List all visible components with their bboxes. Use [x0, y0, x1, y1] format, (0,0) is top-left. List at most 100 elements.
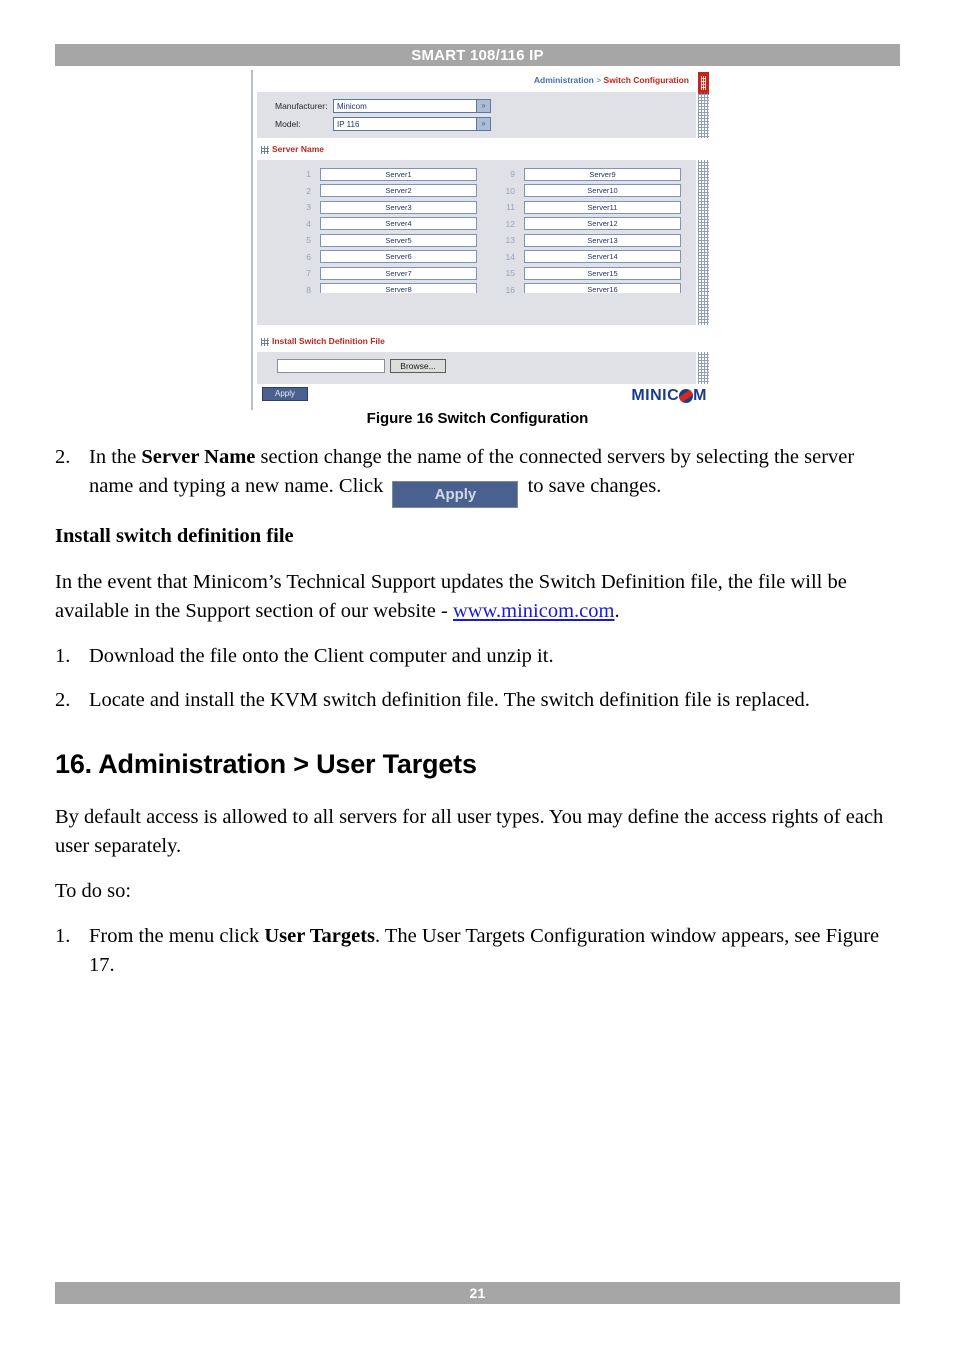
server-row: 13 Server13 — [485, 232, 681, 249]
manufacturer-select[interactable]: Minicom » — [333, 99, 491, 113]
list-item-number: 2. — [55, 446, 71, 468]
list-item-final-step-1: 1. From the menu click User Targets. The… — [55, 922, 900, 980]
final-step-text-a: From the menu click — [89, 925, 265, 948]
install-section-heading: Install Switch Definition File — [261, 336, 385, 346]
server-name-input[interactable]: Server10 — [524, 184, 681, 198]
figure-breadcrumb-row: Administration > Switch Configuration — [257, 72, 711, 94]
model-select[interactable]: IP 116 » — [333, 117, 491, 131]
document-body: 2. In the Server Name section change the… — [55, 443, 900, 995]
list-item-text: In the Server Name section change the na… — [89, 443, 900, 509]
server-index: 9 — [510, 169, 515, 180]
server-index: 1 — [306, 169, 311, 180]
paragraph-install-info: In the event that Minicom’s Technical Su… — [55, 568, 900, 626]
server-name-input[interactable]: Server1 — [320, 167, 477, 181]
server-row: 15 Server15 — [485, 265, 681, 282]
apply-button[interactable]: Apply — [262, 387, 308, 401]
panel-edge-texture-top — [698, 92, 709, 138]
server-name-input[interactable]: Server7 — [320, 266, 477, 280]
server-column-right: 9 Server9 10 Server10 11 Server11 12 Server1… — [485, 166, 681, 298]
page-header-bar: SMART 108/116 IP — [55, 44, 900, 66]
globe-icon — [679, 389, 694, 403]
server-row: 5 Server5 — [281, 232, 477, 249]
subheading-install-switch-definition-file: Install switch definition file — [55, 525, 294, 548]
inline-apply-button-image[interactable]: Apply — [392, 481, 519, 509]
server-name-input[interactable]: Server2 — [320, 184, 477, 198]
breadcrumb-current: Switch Configuration — [603, 75, 689, 85]
document-page: SMART 108/116 IP Administration > Switch… — [0, 0, 954, 1352]
server-index: 10 — [505, 185, 515, 196]
logo-text-part2: M — [693, 387, 707, 404]
breadcrumb-root[interactable]: Administration — [534, 75, 594, 85]
server-index: 15 — [505, 268, 515, 279]
logo-text-part1: MINIC — [631, 387, 680, 404]
server-name-section-heading: Server Name — [261, 144, 324, 154]
server-index: 13 — [505, 235, 515, 246]
final-step-bold-user-targets: User Targets — [264, 925, 376, 948]
server-row: 11 Server11 — [485, 199, 681, 216]
server-index: 3 — [306, 202, 311, 213]
server-name-input[interactable]: Server13 — [524, 233, 681, 247]
paragraph-chapter-intro: By default access is allowed to all serv… — [55, 805, 884, 858]
list-item-number: 1. — [55, 645, 71, 668]
list-item-install-step-2: 2. Locate and install the KVM switch def… — [55, 686, 900, 715]
panel-collapse-tab-icon[interactable] — [698, 72, 709, 94]
step2-text-a: In the — [89, 446, 142, 468]
panel-edge-texture-mid — [698, 160, 709, 293]
server-name-input[interactable]: Server14 — [524, 250, 681, 264]
server-row: 4 Server4 — [281, 216, 477, 233]
panel-edge-texture-bottom — [698, 352, 709, 384]
install-para-text-a: In the event that Minicom’s Technical Su… — [55, 571, 847, 623]
list-item-number: 1. — [55, 925, 71, 948]
server-name-input[interactable]: Server3 — [320, 200, 477, 214]
list-item-text: From the menu click User Targets. The Us… — [89, 922, 900, 980]
page-number: 21 — [469, 1285, 486, 1301]
server-index: 6 — [306, 251, 311, 262]
paragraph-to-do-so: To do so: — [55, 880, 132, 903]
chapter-heading: 16. Administration > User Targets — [55, 748, 477, 779]
model-value: IP 116 — [337, 119, 360, 129]
list-item-number: 2. — [55, 688, 71, 711]
server-name-input[interactable]: Server11 — [524, 200, 681, 214]
server-index: 4 — [306, 218, 311, 229]
server-name-input[interactable]: Server9 — [524, 167, 681, 181]
server-column-left: 1 Server1 2 Server2 3 Server3 4 Server4 5 Ser… — [281, 166, 477, 298]
file-path-input[interactable] — [277, 359, 385, 373]
minicom-website-link[interactable]: www.minicom.com — [453, 600, 615, 622]
list-item-install-step-1: 1. Download the file onto the Client com… — [55, 642, 900, 671]
server-name-input[interactable]: Server5 — [320, 233, 477, 247]
server-row: 6 Server6 — [281, 249, 477, 266]
page-footer-bar: 21 — [55, 1282, 900, 1304]
install-para-text-b: . — [614, 600, 620, 623]
server-row: 1 Server1 — [281, 166, 477, 183]
figure-caption: Figure 16 Switch Configuration — [366, 410, 589, 427]
server-index: 7 — [306, 268, 311, 279]
step2-bold-server-name: Server Name — [141, 446, 256, 468]
figure-switch-configuration: Administration > Switch Configuration Ma… — [251, 70, 711, 410]
server-name-input[interactable]: Server12 — [524, 217, 681, 231]
list-item-step-2: 2. In the Server Name section change the… — [55, 443, 900, 509]
step2-text-c: to save changes. — [522, 475, 662, 498]
server-name-input[interactable]: Server4 — [320, 217, 477, 231]
chevron-down-icon[interactable]: » — [476, 118, 490, 130]
server-index: 2 — [306, 185, 311, 196]
panel-edge-texture-apply — [698, 293, 709, 325]
model-label: Model: — [275, 119, 301, 129]
browse-button[interactable]: Browse... — [390, 359, 446, 373]
chevron-down-icon[interactable]: » — [476, 100, 490, 112]
server-name-input[interactable]: Server6 — [320, 250, 477, 264]
server-index: 5 — [306, 235, 311, 246]
server-index: 12 — [505, 218, 515, 229]
server-row: 7 Server7 — [281, 265, 477, 282]
list-item-text: Download the file onto the Client comput… — [89, 645, 554, 668]
server-row: 3 Server3 — [281, 199, 477, 216]
breadcrumb-separator: > — [593, 75, 604, 85]
list-item-text: Locate and install the KVM switch defini… — [89, 688, 810, 711]
manufacturer-value: Minicom — [337, 101, 367, 111]
server-row: 14 Server14 — [485, 249, 681, 266]
server-row: 2 Server2 — [281, 183, 477, 200]
server-name-input[interactable]: Server15 — [524, 266, 681, 280]
manufacturer-label: Manufacturer: — [275, 101, 328, 111]
server-index: 14 — [505, 251, 515, 262]
page-header-title: SMART 108/116 IP — [411, 46, 544, 64]
server-index: 11 — [506, 202, 515, 213]
